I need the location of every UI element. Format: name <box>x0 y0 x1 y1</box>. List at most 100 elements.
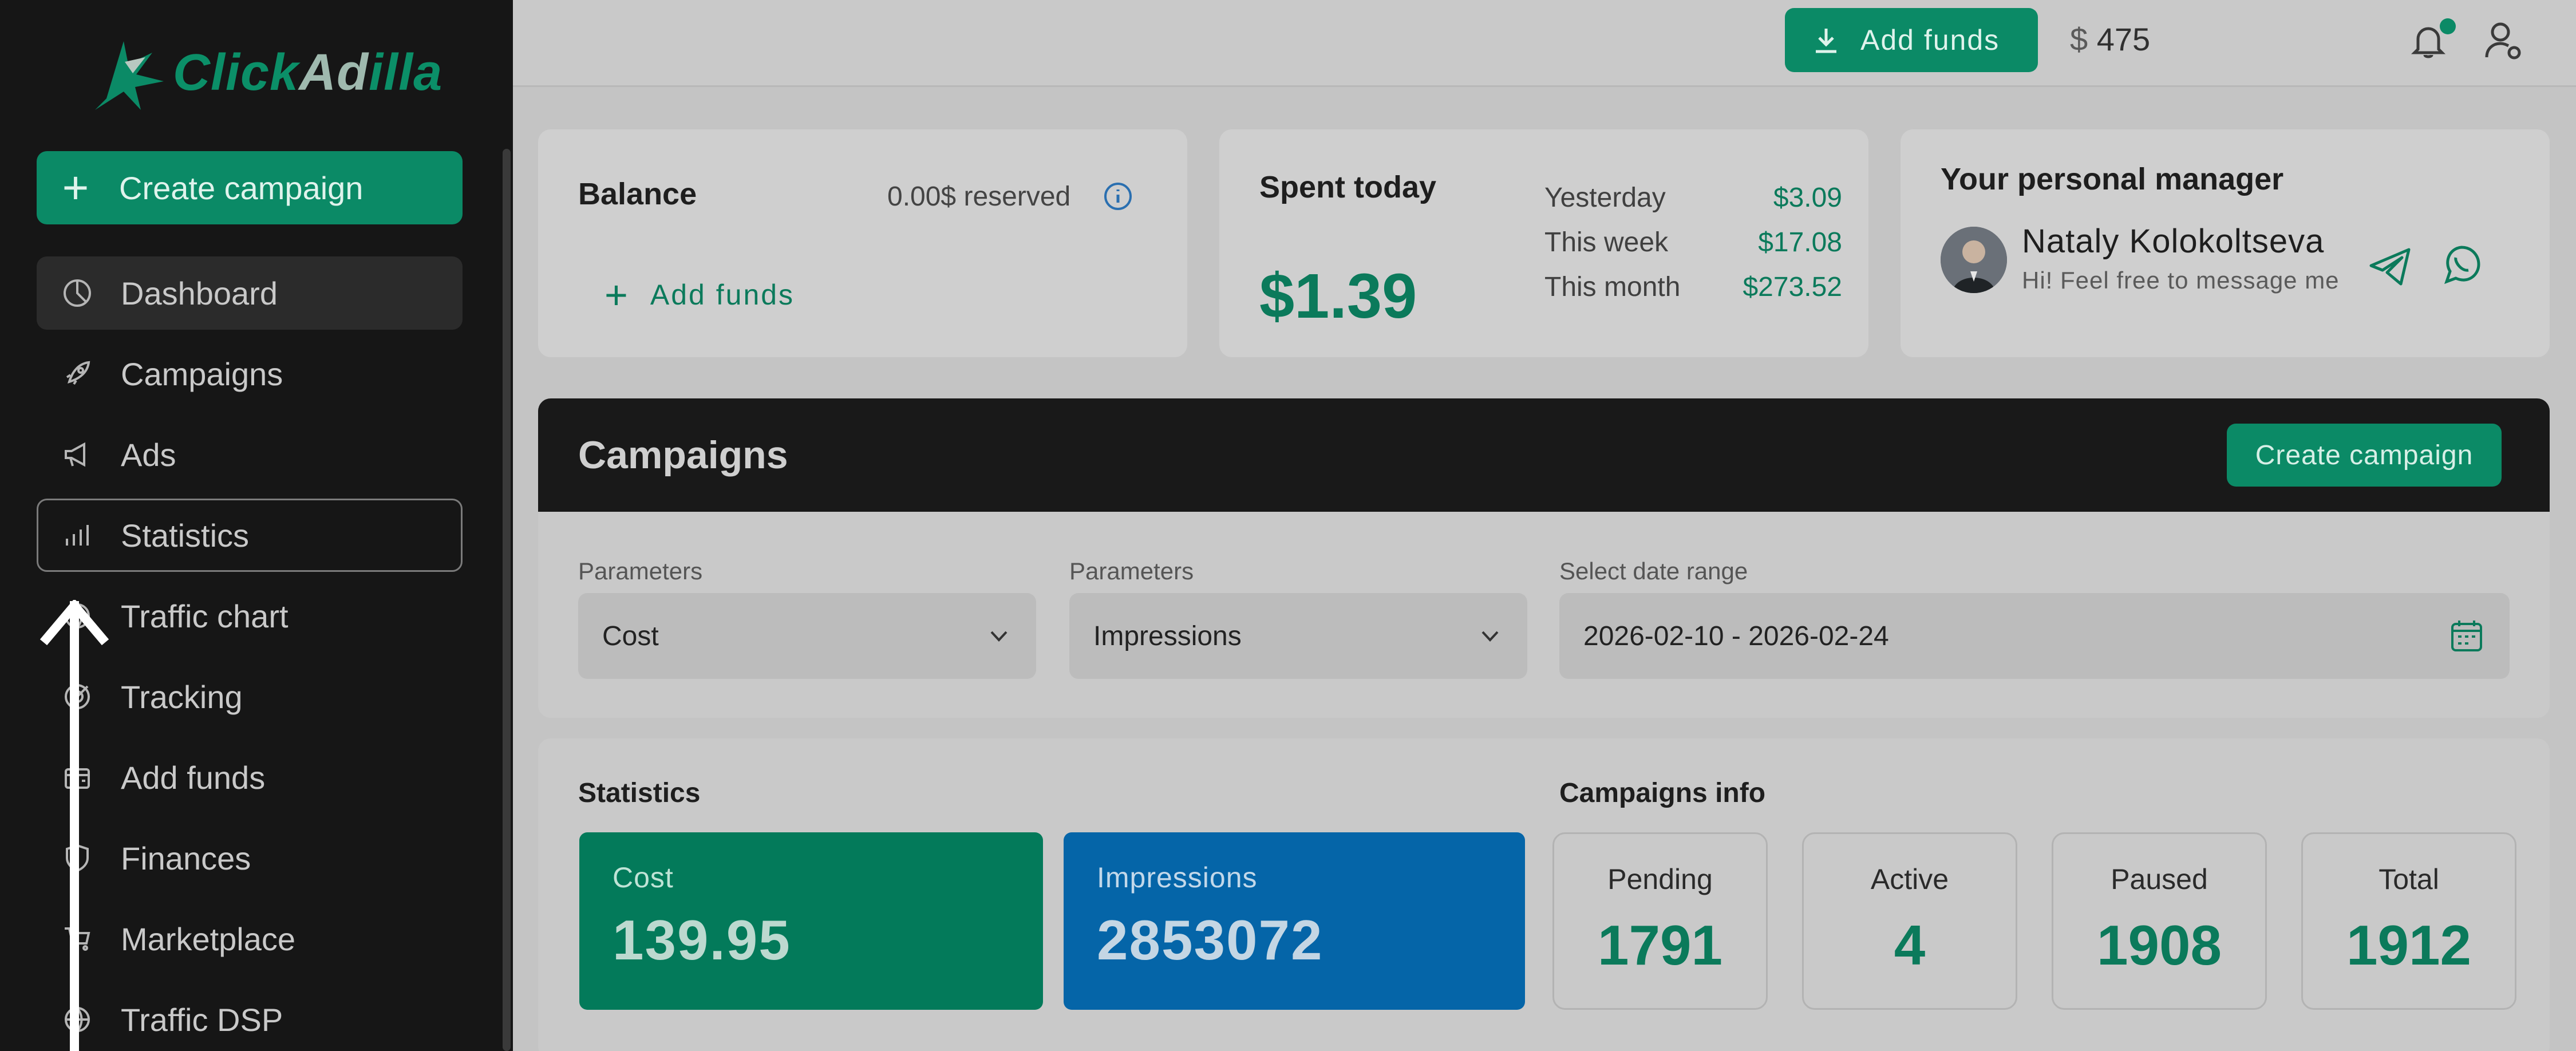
sidebar-item-statistics[interactable]: Statistics <box>37 499 463 572</box>
avatar <box>1941 227 2007 293</box>
info-icon[interactable] <box>1103 181 1133 212</box>
balance-amount: 475 <box>2096 21 2151 57</box>
logo-text-ad: Ad <box>299 44 369 101</box>
pie-chart-icon <box>61 277 93 309</box>
spent-today-card: Spent today $1.39 Yesterday $3.09 This w… <box>1219 129 1868 357</box>
chevron-down-icon <box>990 631 1008 642</box>
rocket-icon <box>61 358 93 390</box>
download-icon <box>1816 29 1836 53</box>
sidebar: ClickAdilla + Create campaign Dashboard … <box>0 0 513 1051</box>
logo-text-click: Click <box>173 44 299 101</box>
info-card-pending: Pending 1791 <box>1552 832 1768 1010</box>
sidebar-item-finances[interactable]: Finances <box>37 821 463 895</box>
spent-row-yesterday: Yesterday $3.09 <box>1544 182 1842 214</box>
info-card-value: 1908 <box>2096 914 2222 977</box>
sidebar-item-marketplace[interactable]: Marketplace <box>37 902 463 975</box>
filter-label: Parameters <box>578 558 703 584</box>
calendar-icon <box>2451 621 2482 651</box>
sidebar-item-add-funds[interactable]: Add funds <box>37 741 463 814</box>
spent-today-value: $1.39 <box>1259 261 1417 331</box>
spent-row-label: Yesterday <box>1544 183 1666 213</box>
sidebar-item-label: Tracking <box>121 678 243 715</box>
account-balance: $ 475 <box>2070 21 2150 58</box>
spent-row-value: $273.52 <box>1743 272 1842 302</box>
sidebar-item-label: Dashboard <box>121 275 278 311</box>
plus-icon: + <box>62 162 89 213</box>
info-card-label: Pending <box>1607 863 1713 895</box>
telegram-icon[interactable] <box>2368 244 2413 290</box>
stat-card-cost[interactable]: Cost 139.95 <box>579 832 1043 1010</box>
megaphone-icon <box>61 438 93 471</box>
parameter-select-cost[interactable]: Cost <box>578 593 1036 679</box>
sidebar-item-ads[interactable]: Ads <box>37 418 463 491</box>
plus-icon: + <box>605 272 630 317</box>
top-add-funds-label: Add funds <box>1860 24 2000 56</box>
whatsapp-icon[interactable] <box>2439 242 2484 287</box>
stat-card-impressions[interactable]: Impressions 2853072 <box>1064 832 1525 1010</box>
select-value: Impressions <box>1093 621 1242 651</box>
spent-row-value: $17.08 <box>1758 227 1842 258</box>
sidebar-item-label: Campaigns <box>121 355 283 392</box>
bar-chart-icon <box>61 519 93 551</box>
sidebar-scrollbar[interactable] <box>503 149 511 1051</box>
sidebar-item-label: Finances <box>121 840 251 876</box>
date-range-value: 2026-02-10 - 2026-02-24 <box>1583 621 1889 651</box>
spent-row-this-month: This month $273.52 <box>1544 271 1842 303</box>
info-card-paused: Paused 1908 <box>2052 832 2267 1010</box>
manager-name: Nataly Kolokoltseva <box>2022 223 2325 260</box>
dragon-logo-icon <box>95 41 164 110</box>
spent-row-label: This week <box>1544 227 1669 258</box>
mouse-pointer-arrow-icon <box>40 600 109 646</box>
info-card-value: 1912 <box>2346 914 2471 977</box>
sidebar-item-label: Ads <box>121 436 176 473</box>
balance-title: Balance <box>578 177 697 211</box>
sidebar-item-dashboard[interactable]: Dashboard <box>37 256 463 330</box>
filter-label: Select date range <box>1559 558 1748 584</box>
sidebar-item-label: Add funds <box>121 759 266 796</box>
manager-message: Hi! Feel free to message me <box>2022 267 2340 294</box>
top-bar: Add funds $ 475 <box>513 0 2576 87</box>
balance-add-funds-label: Add funds <box>650 279 795 311</box>
statistics-section: Statistics Cost 139.95 Impressions 28530… <box>538 738 2550 1051</box>
parameter-select-impressions[interactable]: Impressions <box>1069 593 1527 679</box>
campaign-filters: Parameters Cost Parameters Impressions S… <box>538 512 2550 718</box>
campaigns-title: Campaigns <box>578 433 788 477</box>
sidebar-item-label: Marketplace <box>121 920 296 957</box>
sidebar-menu: Dashboard Campaigns Ads Statistics Traff… <box>37 256 463 1051</box>
stat-card-value: 2853072 <box>1097 908 1323 971</box>
info-card-value: 4 <box>1894 914 1926 977</box>
top-add-funds-button[interactable]: Add funds <box>1785 8 2038 72</box>
info-card-label: Total <box>2379 863 2439 895</box>
personal-manager-title: Your personal manager <box>1941 162 2284 196</box>
sidebar-item-traffic-dsp[interactable]: Traffic DSP <box>37 983 463 1051</box>
date-range-picker[interactable]: 2026-02-10 - 2026-02-24 <box>1559 593 2510 679</box>
statistics-title: Statistics <box>578 778 701 808</box>
campaigns-create-button[interactable]: Create campaign <box>2227 424 2502 487</box>
sidebar-item-campaigns[interactable]: Campaigns <box>37 337 463 410</box>
sidebar-item-label: Traffic DSP <box>121 1001 283 1038</box>
logo-text-illa: illa <box>369 44 443 101</box>
sidebar-item-label: Statistics <box>121 517 250 554</box>
balance-add-funds-link[interactable]: + Add funds <box>605 275 795 315</box>
info-card-label: Active <box>1870 863 1949 895</box>
campaigns-header: Campaigns Create campaign <box>538 398 2550 512</box>
user-settings-icon[interactable] <box>2482 19 2526 63</box>
stat-card-value: 139.95 <box>613 908 791 971</box>
sidebar-item-tracking[interactable]: Tracking <box>37 660 463 733</box>
mouse-pointer-arrow-shaft <box>70 601 79 1051</box>
notification-dot <box>2440 18 2456 34</box>
stat-card-label: Cost <box>613 862 674 894</box>
spent-row-this-week: This week $17.08 <box>1544 227 1842 258</box>
stat-card-label: Impressions <box>1097 862 1258 894</box>
clickadilla-logo[interactable]: ClickAdilla <box>84 30 442 116</box>
create-campaign-button[interactable]: + Create campaign <box>37 151 463 224</box>
info-card-value: 1791 <box>1597 914 1722 977</box>
currency-symbol: $ <box>2070 21 2088 57</box>
select-value: Cost <box>602 621 659 651</box>
sidebar-item-label: Traffic chart <box>121 598 289 634</box>
info-card-label: Paused <box>2111 863 2208 895</box>
spent-today-title: Spent today <box>1259 170 1437 204</box>
spent-row-value: $3.09 <box>1773 183 1842 213</box>
chevron-down-icon <box>1481 631 1499 642</box>
info-card-total: Total 1912 <box>2301 832 2516 1010</box>
